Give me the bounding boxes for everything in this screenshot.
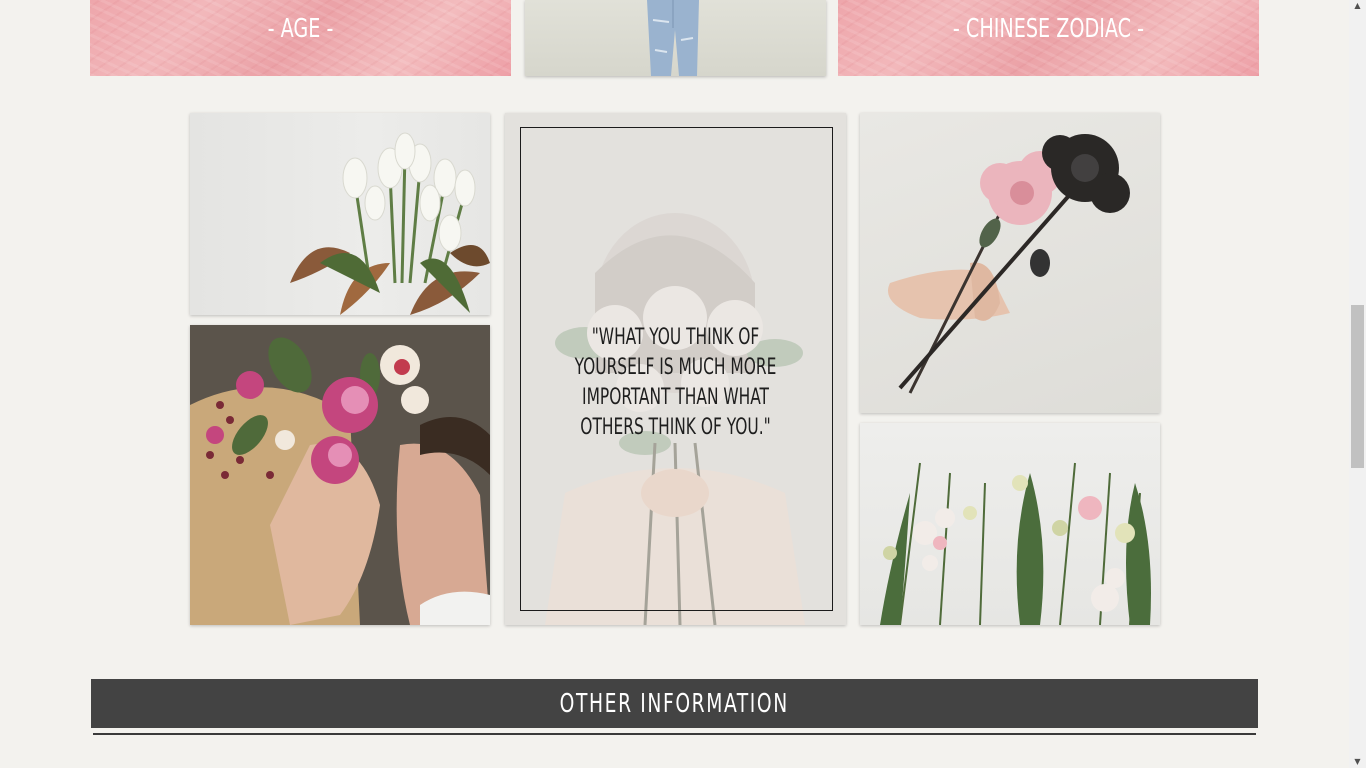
page-scrollbar[interactable]: ▲ ▼ bbox=[1349, 0, 1366, 768]
photo-jeans bbox=[525, 0, 826, 76]
chinese-zodiac-panel: - CHINESE ZODIAC - bbox=[838, 0, 1259, 76]
scroll-up-arrow[interactable]: ▲ bbox=[1349, 0, 1366, 12]
photo-flowers-and-ferns bbox=[860, 423, 1160, 625]
photo-flower-crown bbox=[190, 325, 490, 625]
section-divider bbox=[93, 733, 1256, 735]
roses-image bbox=[888, 134, 1130, 394]
quote-card: "WHAT YOU THINK OF YOURSELF IS MUCH MORE… bbox=[505, 113, 846, 625]
age-panel: - AGE - bbox=[90, 0, 511, 76]
flowers-ferns-image bbox=[880, 462, 1151, 625]
photo-white-tulips bbox=[190, 113, 490, 315]
tulips-image bbox=[290, 132, 490, 315]
page: - AGE - - CHINESE ZODIAC - "WHAT YOU THI… bbox=[0, 0, 1366, 768]
quote-text: "WHAT YOU THINK OF YOURSELF IS MUCH MORE… bbox=[574, 325, 777, 440]
zodiac-label: - CHINESE ZODIAC - bbox=[952, 14, 1145, 44]
section-title: OTHER INFORMATION bbox=[559, 688, 790, 719]
flower-crown-image bbox=[190, 325, 490, 625]
age-label: - AGE - bbox=[267, 14, 334, 44]
photo-roses-in-hand bbox=[860, 113, 1160, 413]
jeans-image bbox=[647, 0, 699, 76]
scroll-down-arrow[interactable]: ▼ bbox=[1349, 756, 1366, 768]
other-information-banner: OTHER INFORMATION bbox=[91, 679, 1258, 728]
scrollbar-thumb[interactable] bbox=[1351, 305, 1364, 468]
